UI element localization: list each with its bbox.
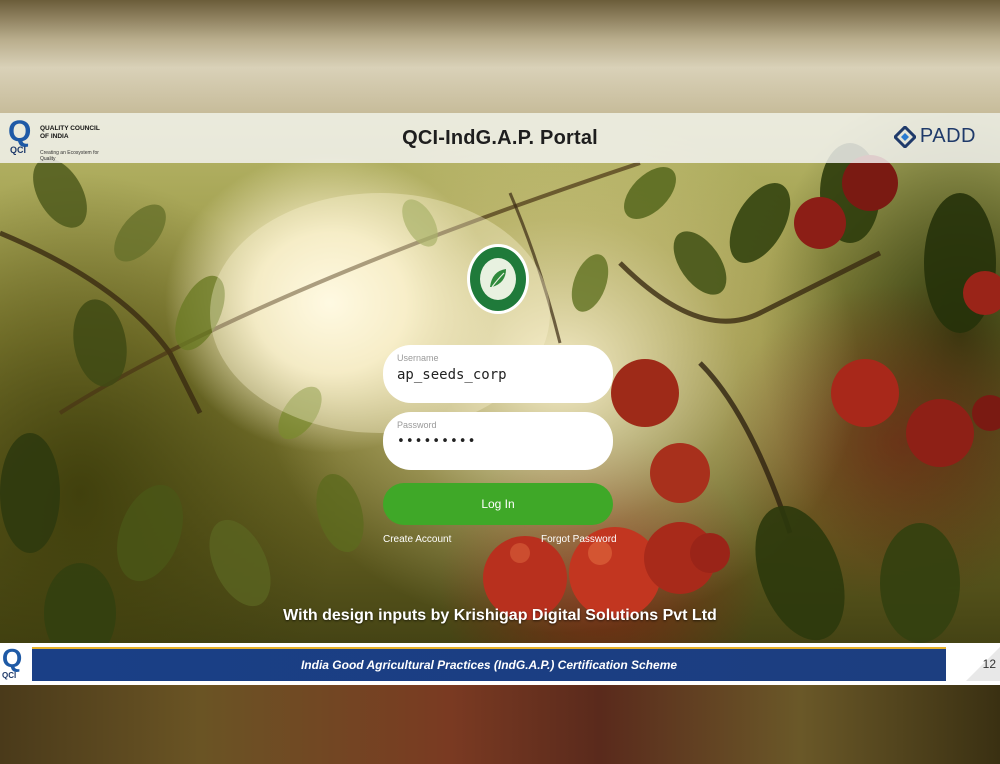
qci-logo: Q QCI QUALITY COUNCIL OF INDIA Creating … <box>8 115 108 163</box>
create-account-link[interactable]: Create Account <box>383 534 451 545</box>
username-input[interactable] <box>397 367 597 383</box>
qci-abbr: QCI <box>10 145 27 155</box>
login-button[interactable]: Log In <box>383 483 613 525</box>
footer-scheme-bar: India Good Agricultural Practices (IndG.… <box>32 647 946 681</box>
footer-qci-q-icon: Q <box>2 643 23 673</box>
blurred-background-top <box>0 0 1000 113</box>
username-field[interactable]: Username <box>383 345 613 403</box>
blurred-background-bottom <box>0 685 1000 764</box>
password-label: Password <box>397 420 437 430</box>
scheme-title: India Good Agricultural Practices (IndG.… <box>300 658 678 672</box>
padd-diamond-icon <box>893 125 916 148</box>
qci-tagline: Creating an Ecosystem for Quality <box>40 150 99 162</box>
presentation-slide: Q QCI QUALITY COUNCIL OF INDIA Creating … <box>0 113 1000 685</box>
portal-title: QCI-IndG.A.P. Portal <box>402 126 598 149</box>
design-credit: With design inputs by Krishigap Digital … <box>283 607 717 624</box>
slide-footer: Q QCI India Good Agricultural Practices … <box>0 643 1000 685</box>
leaf-seal-icon <box>467 244 529 314</box>
padd-text: PADD <box>919 125 976 147</box>
padd-logo: PADD <box>893 125 976 148</box>
footer-qci-logo: Q QCI <box>0 645 32 683</box>
password-field[interactable]: Password <box>383 412 613 470</box>
page-number: 12 <box>982 657 996 671</box>
password-input[interactable] <box>397 434 597 449</box>
username-label: Username <box>397 353 439 363</box>
qci-q-icon: Q <box>8 115 32 148</box>
portal-header: Q QCI QUALITY COUNCIL OF INDIA Creating … <box>0 113 1000 163</box>
forgot-password-link[interactable]: Forgot Password <box>541 534 617 545</box>
qci-name: QUALITY COUNCIL OF INDIA <box>40 125 100 140</box>
